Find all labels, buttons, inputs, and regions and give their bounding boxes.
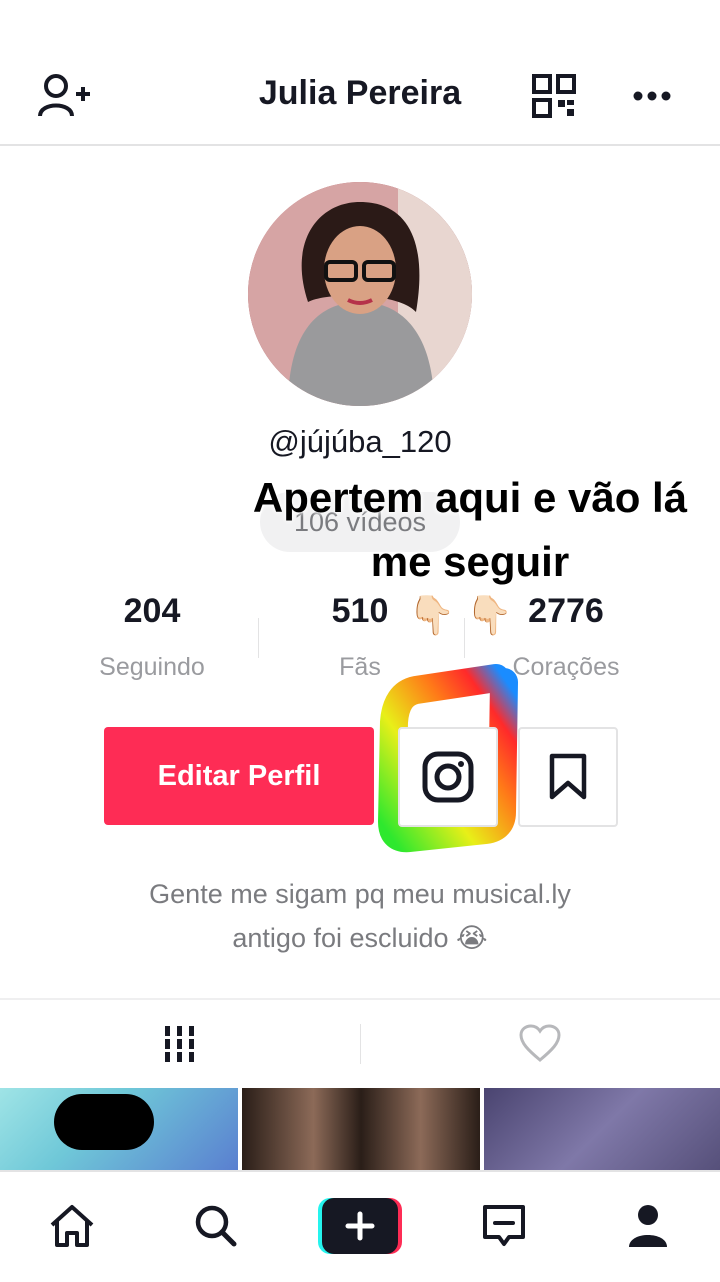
more-button[interactable] xyxy=(628,78,676,114)
video-thumbnail[interactable] xyxy=(484,1088,720,1170)
avatar[interactable] xyxy=(248,182,472,406)
page-title: Julia Pereira xyxy=(258,74,462,112)
censor-blob xyxy=(54,1094,154,1150)
stat-following-value: 204 xyxy=(123,592,181,630)
username-handle: @jújúba_120 xyxy=(268,424,452,459)
plus-icon xyxy=(318,1198,402,1254)
content-tabs xyxy=(0,998,720,1088)
bio: Gente me sigam pq meu musical.ly antigo … xyxy=(60,872,660,960)
video-grid xyxy=(0,1088,720,1170)
heart-icon xyxy=(519,1024,561,1062)
nav-profile[interactable] xyxy=(620,1198,676,1254)
avatar-photo xyxy=(248,182,472,406)
inbox-icon xyxy=(483,1205,525,1246)
nav-inbox[interactable] xyxy=(476,1198,532,1254)
grid-icon xyxy=(165,1026,194,1062)
tab-liked[interactable] xyxy=(480,1018,600,1070)
nav-discover[interactable] xyxy=(188,1198,244,1254)
bio-line: Gente me sigam pq meu musical.ly xyxy=(149,879,571,909)
video-thumbnail[interactable] xyxy=(0,1088,238,1170)
bio-line: antigo foi escluido 😭 xyxy=(232,923,488,953)
favorites-button[interactable] xyxy=(518,727,618,827)
profile-icon xyxy=(629,1205,667,1247)
more-icon xyxy=(633,91,671,101)
stat-following-label: Seguindo xyxy=(99,653,205,681)
instagram-button[interactable] xyxy=(398,727,498,827)
top-bar: Julia Pereira xyxy=(0,0,720,146)
nav-home[interactable] xyxy=(44,1198,100,1254)
overlay-caption: Apertem aqui e vão lá me seguir xyxy=(252,474,688,585)
tab-videos[interactable] xyxy=(120,1018,240,1070)
nav-create-button[interactable] xyxy=(318,1198,402,1254)
video-thumbnail[interactable] xyxy=(242,1088,480,1170)
stat-following[interactable]: 204 Seguindo xyxy=(32,592,272,682)
bottom-nav xyxy=(0,1170,720,1282)
home-icon xyxy=(50,1205,94,1247)
edit-profile-button[interactable]: Editar Perfil xyxy=(104,727,374,825)
qr-code-button[interactable] xyxy=(530,72,578,120)
instagram-icon xyxy=(422,751,474,803)
pointing-down-emoji: 👇🏻 👇🏻 xyxy=(408,595,514,637)
tab-divider xyxy=(360,1024,361,1064)
bookmark-icon xyxy=(549,753,587,800)
qr-code-icon xyxy=(532,74,576,118)
search-icon xyxy=(195,1205,237,1247)
